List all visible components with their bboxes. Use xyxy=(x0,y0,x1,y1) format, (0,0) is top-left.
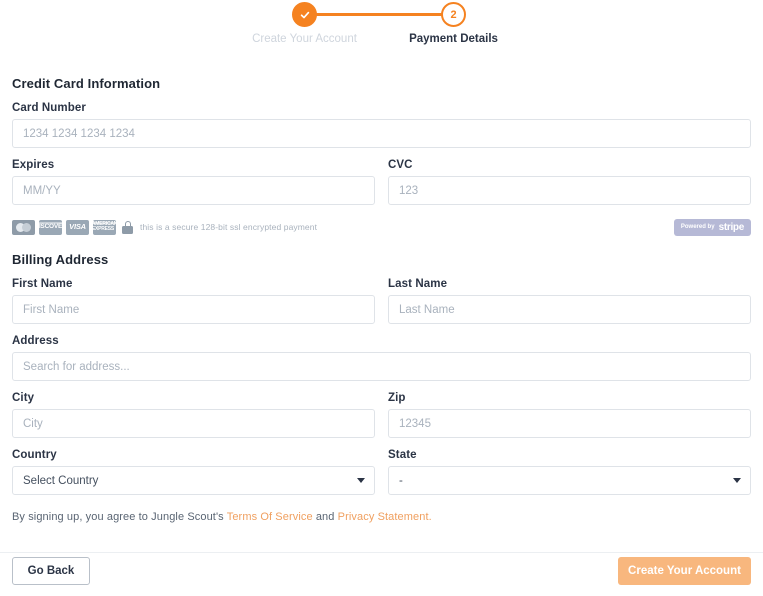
cvc-input[interactable] xyxy=(388,176,751,205)
lock-icon xyxy=(122,220,133,234)
country-label: Country xyxy=(12,449,57,461)
address-field: Address xyxy=(12,335,751,381)
expires-input[interactable] xyxy=(12,176,375,205)
card-number-field: Card Number xyxy=(12,102,751,148)
payment-details-page: 2 Create Your Account Payment Details Cr… xyxy=(0,0,763,596)
city-field: City xyxy=(12,392,375,438)
country-state-row: Country Select Country State - xyxy=(12,438,751,495)
state-label: State xyxy=(388,449,417,461)
terms-of-service-link[interactable]: Terms Of Service xyxy=(227,511,313,523)
last-name-input[interactable] xyxy=(388,295,751,324)
secure-payment-text: this is a secure 128-bit ssl encrypted p… xyxy=(140,222,318,232)
last-name-label: Last Name xyxy=(388,278,448,290)
visa-icon: VISA xyxy=(66,219,89,235)
stepper-step-2-label: Payment Details xyxy=(409,33,498,45)
billing-address-section-title: Billing Address xyxy=(12,252,109,267)
address-search-input[interactable] xyxy=(12,352,751,381)
name-row: First Name Last Name xyxy=(12,267,751,324)
country-field: Country Select Country xyxy=(12,449,375,495)
state-select[interactable]: - xyxy=(388,466,751,495)
stepper-step-1-marker[interactable] xyxy=(292,2,317,27)
expires-field: Expires xyxy=(12,159,375,205)
secure-payment-row: DISCOVER VISA AMERICANEXPRESS this is a … xyxy=(12,218,751,236)
first-name-input[interactable] xyxy=(12,295,375,324)
discover-icon: DISCOVER xyxy=(39,219,62,235)
stripe-wordmark: stripe xyxy=(718,221,745,233)
go-back-button[interactable]: Go Back xyxy=(12,557,90,585)
city-zip-row: City Zip xyxy=(12,381,751,438)
legal-prefix: By signing up, you agree to Jungle Scout… xyxy=(12,511,227,523)
amex-icon: AMERICAN EXPRESS xyxy=(93,219,116,235)
privacy-statement-link[interactable]: Privacy Statement. xyxy=(338,511,432,523)
expiry-cvc-row: Expires CVC xyxy=(12,148,751,205)
address-label: Address xyxy=(12,335,59,347)
zip-input[interactable] xyxy=(388,409,751,438)
first-name-field: First Name xyxy=(12,278,375,324)
cvc-label: CVC xyxy=(388,159,413,171)
last-name-field: Last Name xyxy=(388,278,751,324)
legal-agreement-text: By signing up, you agree to Jungle Scout… xyxy=(12,511,751,523)
mastercard-icon xyxy=(12,219,35,235)
form-footer: Go Back Create Your Account xyxy=(0,552,763,596)
signup-stepper: 2 Create Your Account Payment Details xyxy=(0,0,763,56)
city-label: City xyxy=(12,392,35,404)
stripe-badge: Powered by stripe xyxy=(673,218,751,236)
stepper-connector xyxy=(305,13,453,16)
stripe-powered-by-label: Powered by xyxy=(680,224,715,230)
card-number-input[interactable] xyxy=(12,119,751,148)
cvc-field: CVC xyxy=(388,159,751,205)
accepted-cards: DISCOVER VISA AMERICANEXPRESS xyxy=(12,219,116,235)
check-icon xyxy=(300,11,309,18)
city-input[interactable] xyxy=(12,409,375,438)
legal-middle: and xyxy=(312,511,338,523)
zip-label: Zip xyxy=(388,392,406,404)
credit-card-section-title: Credit Card Information xyxy=(12,76,161,91)
card-number-label: Card Number xyxy=(12,102,86,114)
stepper-step-2-marker[interactable]: 2 xyxy=(441,2,466,27)
first-name-label: First Name xyxy=(12,278,73,290)
expires-label: Expires xyxy=(12,159,55,171)
zip-field: Zip xyxy=(388,392,751,438)
payment-form: Credit Card Information Card Number Expi… xyxy=(0,56,763,523)
create-your-account-button[interactable]: Create Your Account xyxy=(618,557,751,585)
state-field: State - xyxy=(388,449,751,495)
country-select[interactable]: Select Country xyxy=(12,466,375,495)
